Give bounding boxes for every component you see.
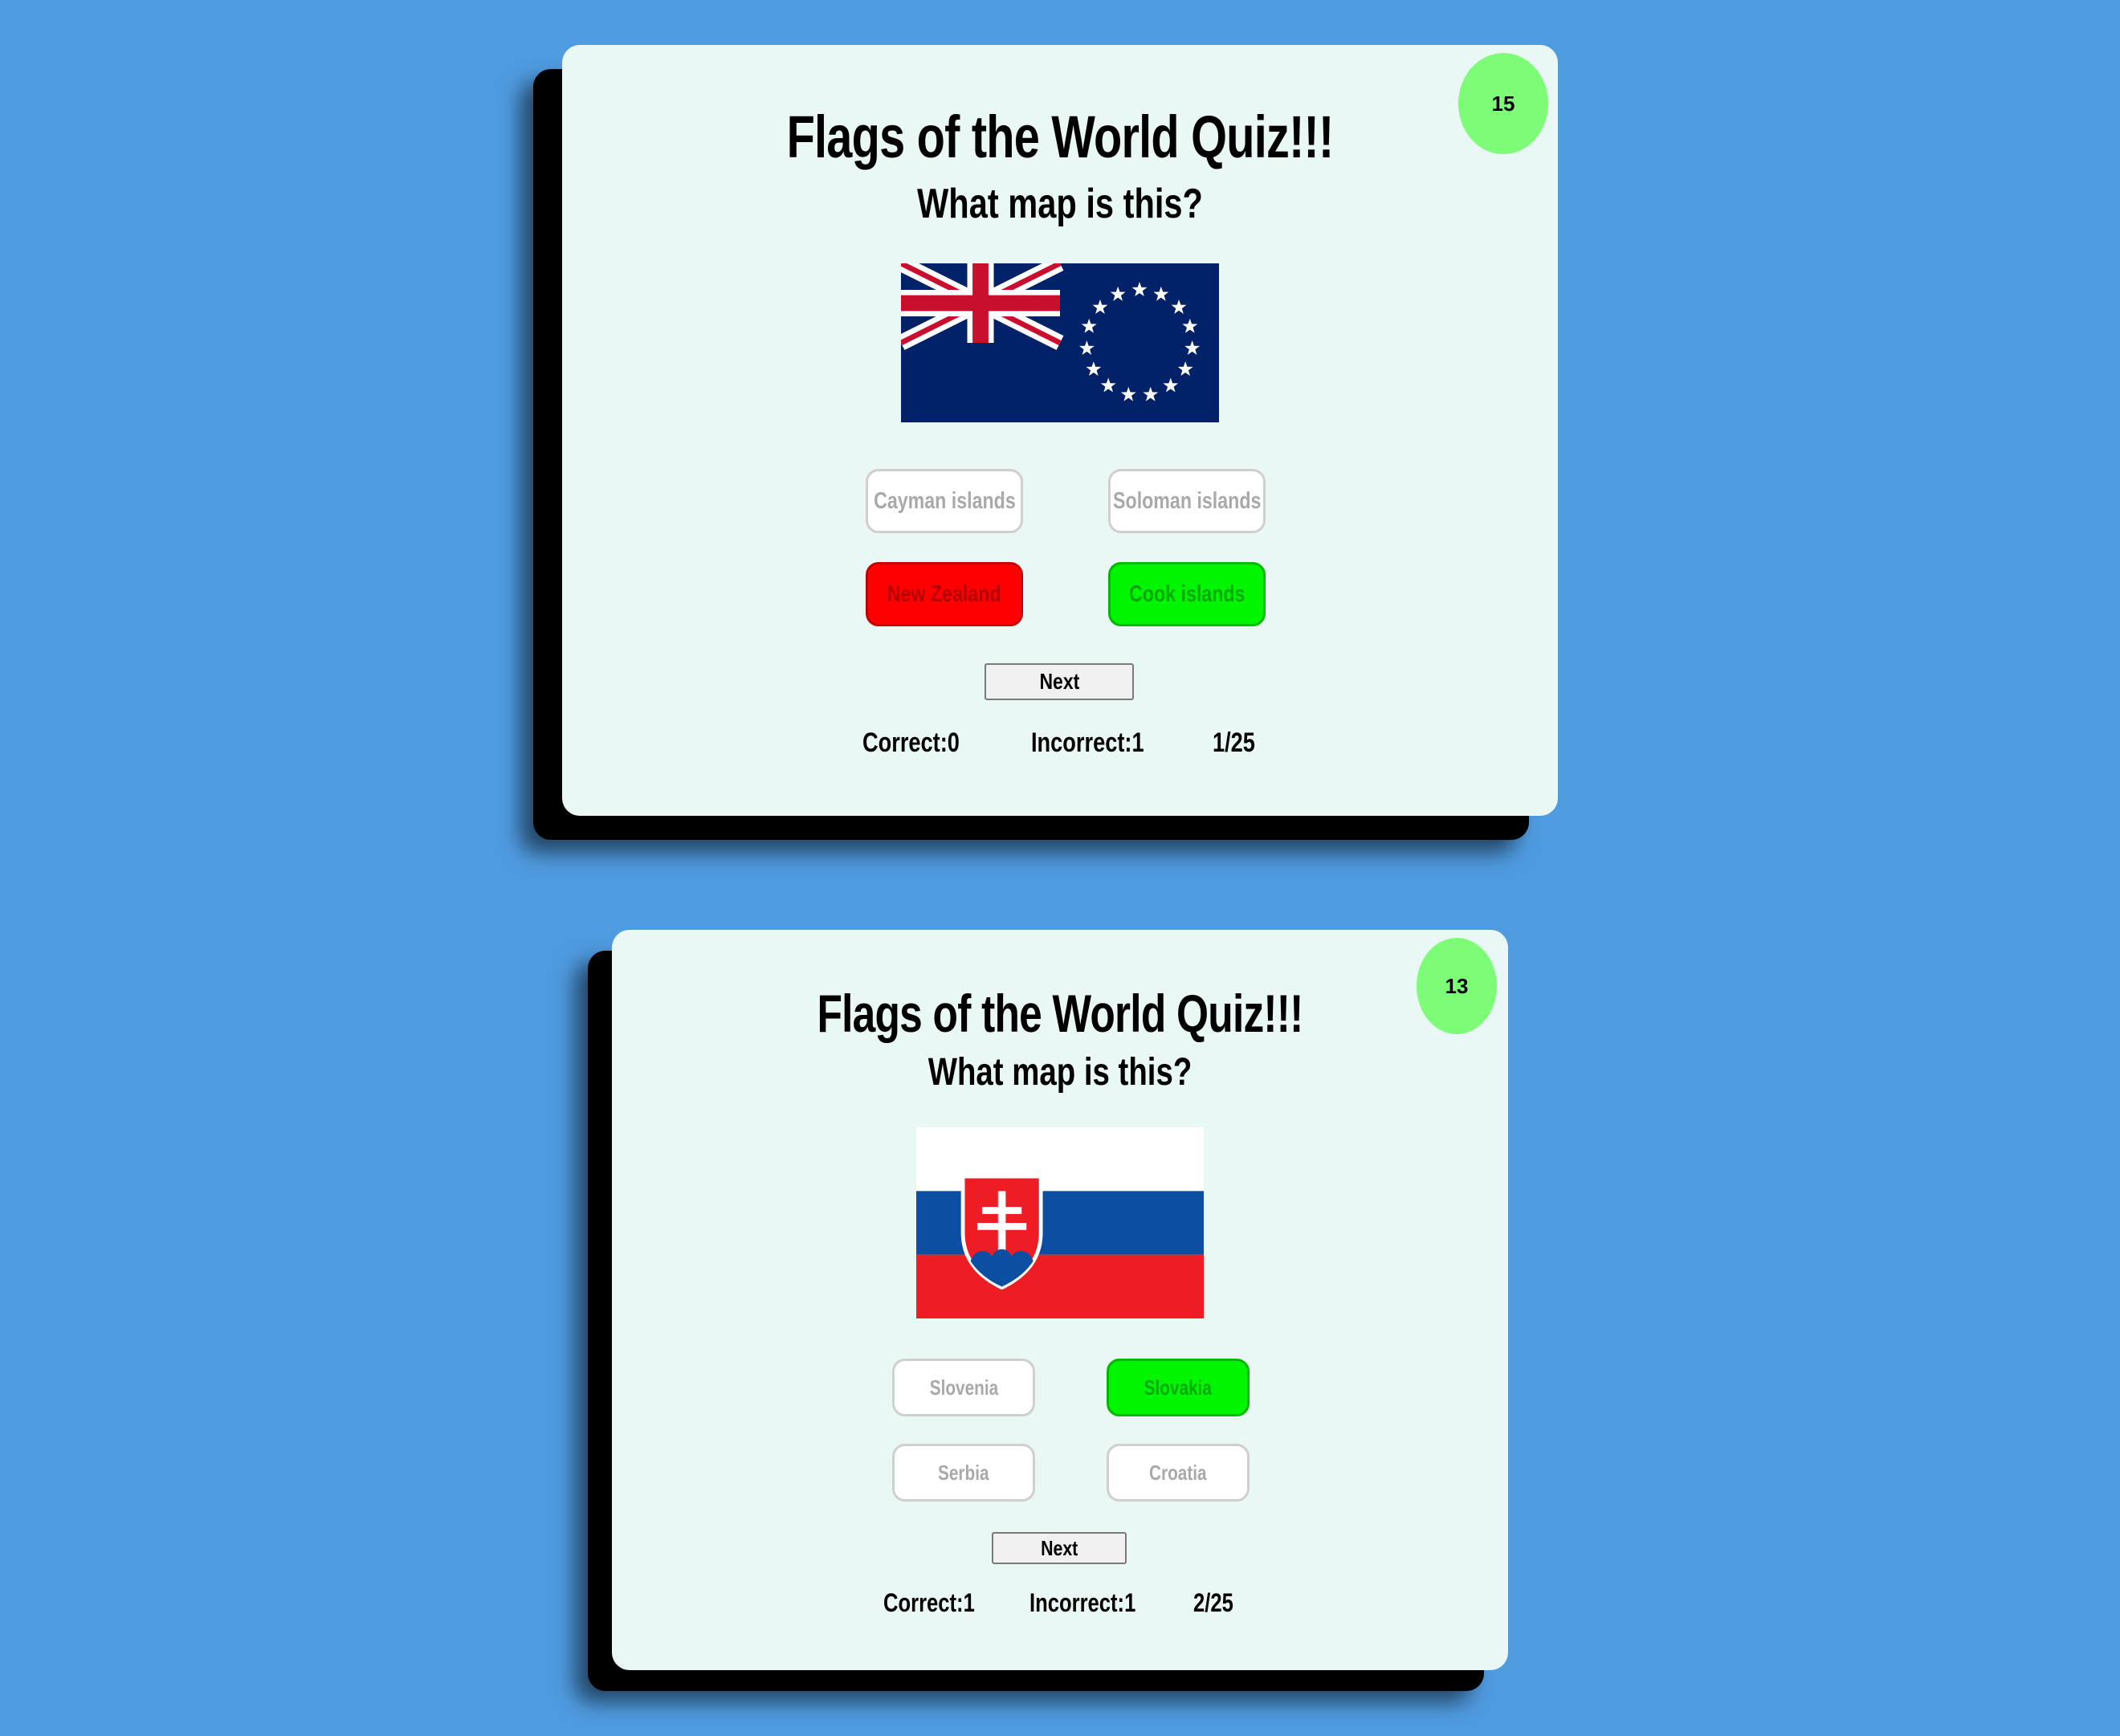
question-progress: 2/25 — [1193, 1588, 1233, 1617]
question-progress: 1/25 — [1213, 727, 1255, 758]
cook-islands-flag-icon — [901, 263, 1219, 422]
answer-button-serbia[interactable]: Serbia — [892, 1444, 1035, 1502]
incorrect-count: Incorrect:1 — [1031, 727, 1144, 758]
quiz-card-2: 13 Flags of the World Quiz!!! What map i… — [612, 930, 1508, 1670]
answer-button-cook-islands[interactable]: Cook islands — [1108, 562, 1266, 626]
next-button[interactable]: Next — [985, 663, 1134, 700]
incorrect-count: Incorrect:1 — [1029, 1588, 1136, 1617]
answer-button-slovakia[interactable]: Slovakia — [1107, 1359, 1250, 1416]
answer-button-new-zealand[interactable]: New Zealand — [866, 562, 1023, 626]
quiz-title: Flags of the World Quiz!!! — [817, 984, 1303, 1043]
next-button[interactable]: Next — [992, 1532, 1127, 1564]
correct-count: Correct:1 — [883, 1588, 975, 1617]
quiz-title: Flags of the World Quiz!!! — [786, 104, 1335, 170]
question-text: What map is this? — [917, 181, 1203, 227]
quiz-card-1: 15 Flags of the World Quiz!!! What map i… — [562, 45, 1558, 816]
answer-button-slovenia[interactable]: Slovenia — [892, 1359, 1035, 1416]
slovakia-flag-icon — [916, 1127, 1204, 1318]
answer-button-cayman-islands[interactable]: Cayman islands — [866, 469, 1023, 533]
question-text: What map is this? — [928, 1051, 1192, 1094]
correct-count: Correct:0 — [862, 727, 960, 758]
answer-button-soloman-islands[interactable]: Soloman islands — [1108, 469, 1266, 533]
answer-button-croatia[interactable]: Croatia — [1107, 1444, 1250, 1502]
timer-badge: 15 — [1458, 53, 1548, 154]
timer-badge: 13 — [1417, 938, 1497, 1034]
